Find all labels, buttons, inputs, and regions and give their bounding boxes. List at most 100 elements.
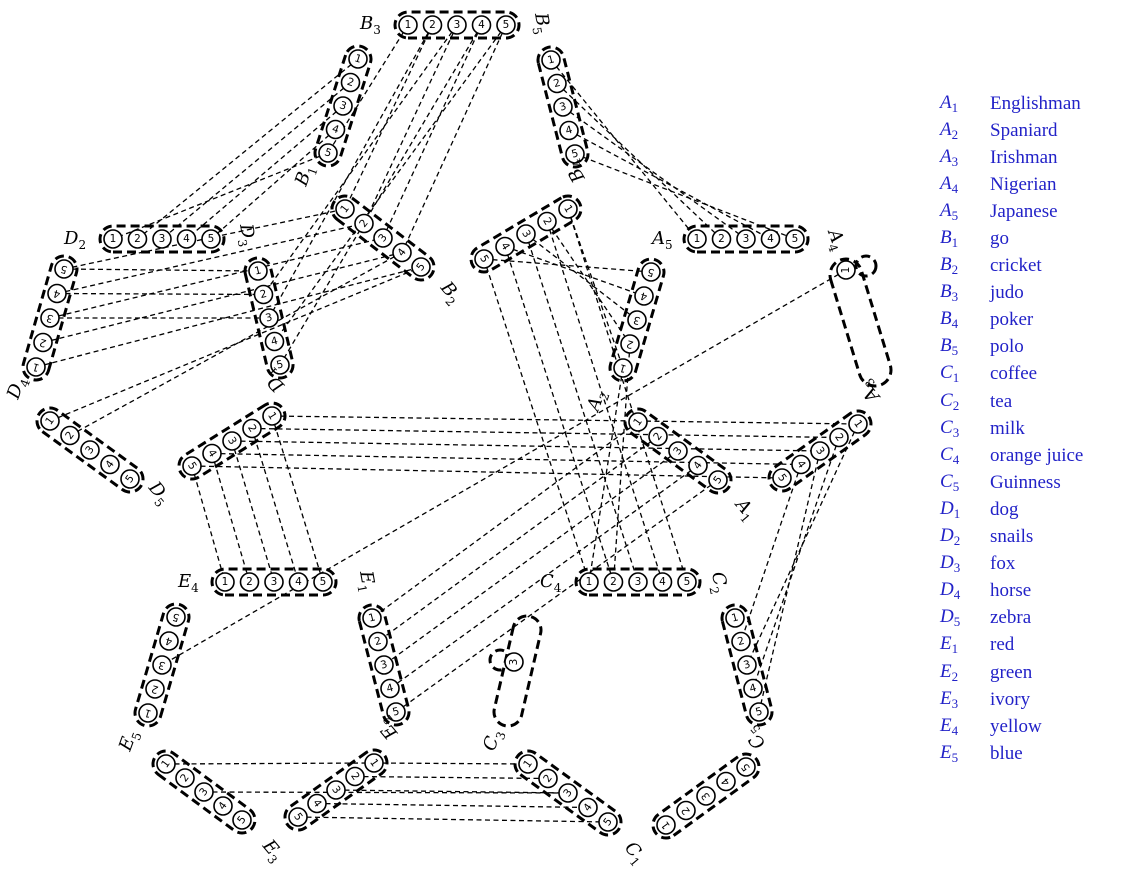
legend-row: A4 Nigerian: [940, 171, 1083, 198]
legend-value: Irishman: [990, 146, 1058, 168]
group-index: 4: [554, 581, 562, 595]
legend-key: E5: [940, 742, 990, 766]
group-letter: C: [540, 571, 554, 592]
group-c3: 3 C3: [479, 614, 543, 754]
node-b3-5: 5: [496, 15, 516, 35]
node-e2-1: 1: [364, 753, 384, 773]
group-label-e1: E1: [352, 568, 379, 594]
legend-index: 2: [952, 397, 960, 413]
node-a5-5: 5: [785, 229, 805, 249]
edge-a1-3-to-e1-3: [383, 450, 679, 666]
node-d1-2: 2: [242, 418, 262, 439]
node-a1-4: 4: [688, 455, 708, 476]
node-label: 5: [684, 576, 691, 588]
group-label-c2: C2: [704, 570, 731, 595]
node-a3-1: 1: [848, 414, 868, 434]
node-c3-3: 3: [504, 652, 524, 672]
legend-key: D3: [940, 552, 990, 576]
edge-b4-1-to-c4-5: [567, 208, 688, 583]
group-letter: E: [177, 571, 191, 592]
node-b5-4: 4: [559, 120, 579, 141]
legend-index: 3: [952, 424, 960, 440]
node-c2-2: 2: [731, 631, 751, 652]
edge-b3-3-to-b2-2: [363, 24, 458, 224]
legend-row: C1 coffee: [940, 361, 1083, 388]
legend-value: orange juice: [990, 444, 1084, 466]
node-b4-1: 1: [558, 199, 578, 219]
node-c2-3: 3: [737, 655, 757, 675]
legend-value: horse: [990, 580, 1032, 602]
legend-row: D4 horse: [940, 578, 1083, 605]
legend-index: 1: [951, 99, 959, 115]
legend-index: 4: [953, 587, 961, 603]
edge-a3-2-to-c2-4: [752, 437, 840, 689]
node-label: 1: [586, 576, 593, 588]
legend-row: D1 dog: [940, 496, 1083, 523]
group-label-c3: C3: [479, 726, 509, 754]
legend-letter: C: [940, 389, 953, 411]
legend-row: B2 cricket: [940, 253, 1083, 280]
node-d5-4: 4: [100, 454, 120, 475]
group-e3: 12345E3: [151, 749, 283, 867]
legend-key: B4: [940, 308, 990, 332]
legend-letter: C: [940, 416, 953, 438]
node-e4-4: 4: [288, 572, 309, 592]
legend-key: A2: [940, 119, 990, 143]
legend-letter: A: [940, 145, 952, 167]
group-letter: B: [530, 10, 553, 28]
node-label: 3: [454, 19, 461, 31]
edge-e3-1-to-e2-1: [165, 762, 375, 765]
group-label-b3: B3: [359, 13, 381, 37]
node-b3-3: 3: [447, 15, 467, 35]
node-e3-3: 3: [194, 782, 214, 802]
legend-key: E2: [940, 661, 990, 685]
node-label: 1: [694, 233, 701, 245]
node-a5-4: 4: [760, 229, 781, 249]
node-label: 1: [840, 267, 852, 274]
node-label: 1: [405, 19, 412, 31]
group-label-e5: E5: [115, 727, 145, 756]
group-e5: 1 2 3 4 5 E5: [115, 602, 191, 756]
node-c2-5: 5: [749, 702, 769, 722]
legend-key: B2: [940, 254, 990, 278]
group-label-e4: E4: [177, 571, 199, 595]
node-b1-2: 2: [340, 72, 361, 93]
node-c1-4: 4: [578, 797, 598, 818]
node-c5-5: 5: [736, 757, 756, 777]
legend-letter: D: [940, 497, 954, 519]
node-a2-3: 3: [627, 310, 647, 330]
legend-key: D2: [940, 525, 990, 549]
node-label: 4: [478, 19, 485, 31]
group-label-a5: A5: [650, 228, 673, 252]
legend-letter: E: [940, 714, 952, 736]
node-d5-3: 3: [80, 440, 100, 460]
legend-value: snails: [990, 526, 1034, 548]
node-c4-3: 3: [628, 572, 648, 592]
legend-value: zebra: [990, 607, 1032, 629]
edge-d5-2-to-b2-4: [69, 251, 403, 437]
legend-row: E3 ivory: [940, 686, 1083, 713]
legend-key: B1: [940, 227, 990, 251]
legend-value: Englishman: [990, 92, 1081, 114]
legend-key: A1: [940, 92, 990, 116]
legend-key: D4: [940, 579, 990, 603]
legend-letter: D: [940, 552, 954, 574]
group-index: 5: [529, 26, 544, 36]
legend-row: C5 Guinness: [940, 469, 1083, 496]
node-a5-2: 2: [711, 229, 732, 249]
node-c4-5: 5: [677, 572, 697, 592]
legend-row: A3 Irishman: [940, 144, 1083, 171]
legend-row: C4 orange juice: [940, 442, 1083, 469]
edge-b3-5-to-b2-4: [401, 24, 507, 253]
node-d4-1: 1: [26, 357, 46, 377]
edge-e2-4-to-c1-4: [316, 802, 589, 809]
legend-index: 3: [951, 695, 959, 711]
node-label: 2: [718, 233, 725, 245]
group-letter: D: [63, 228, 79, 249]
group-label-c4: C4: [540, 571, 562, 595]
legend-key: C3: [940, 417, 990, 441]
legend-index: 2: [951, 668, 959, 684]
node-b3-2: 2: [422, 15, 443, 35]
legend-index: 1: [952, 370, 960, 386]
legend-value: fox: [990, 553, 1016, 575]
